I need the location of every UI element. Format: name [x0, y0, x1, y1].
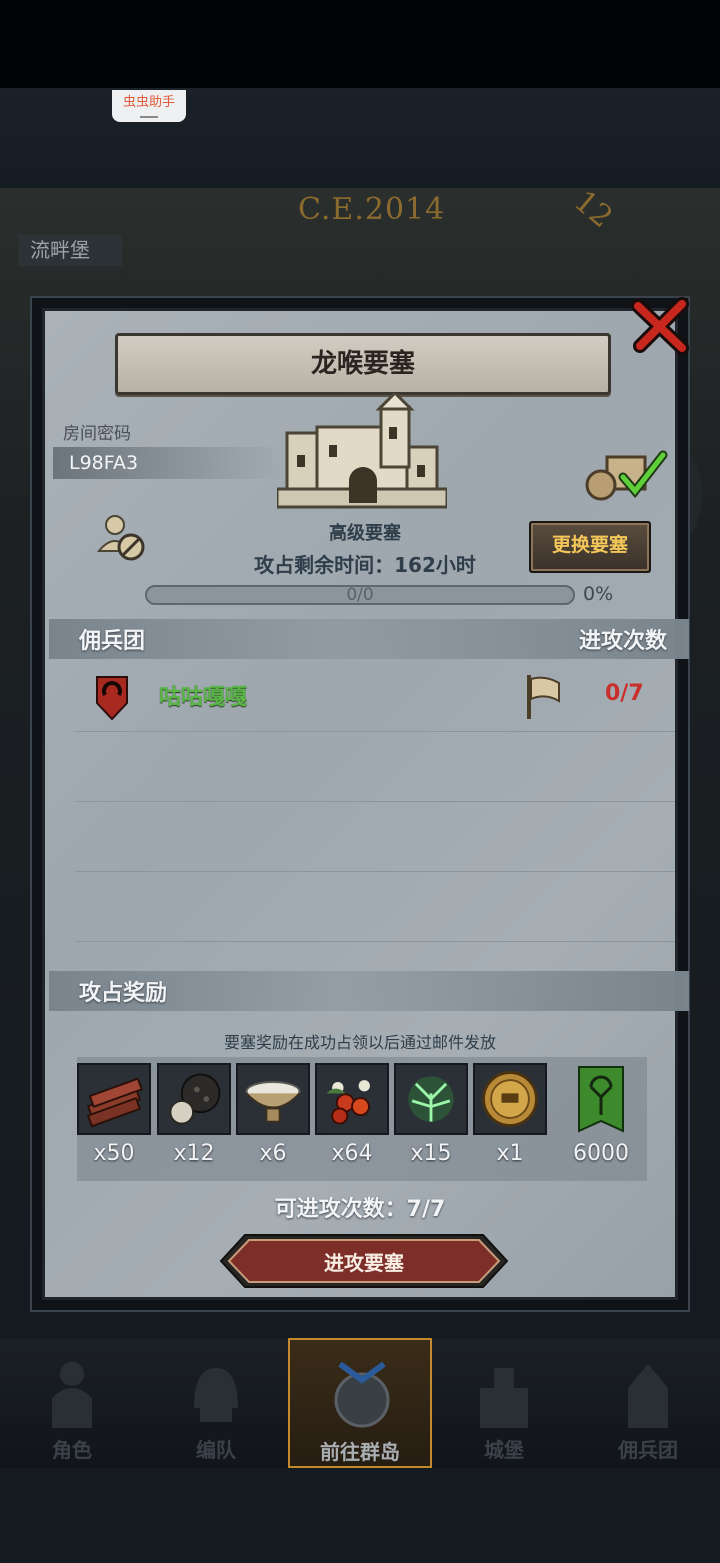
empty-row: [75, 801, 675, 872]
berries-icon: [315, 1063, 389, 1135]
attack-button-label: 进攻要塞: [324, 1251, 404, 1275]
fortress-title: 龙喉要塞: [310, 349, 415, 379]
flag-icon: [527, 675, 560, 719]
reward-list: x50 x12 x6 x64 x15 x1 6000: [77, 1057, 647, 1181]
bottom-background: [0, 1468, 720, 1563]
nav-item-character[interactable]: 角色: [0, 1338, 144, 1468]
fortress-panel: 龙喉要塞 房间密码 L98FA3 高级要塞 攻占剩余时间：162小时 更换要塞 …: [30, 296, 690, 1312]
progress-percent: 0%: [583, 583, 614, 605]
attack-count-header: 进攻次数: [578, 629, 667, 654]
reward-item[interactable]: x15: [394, 1063, 468, 1166]
top-header-strip: [0, 88, 720, 188]
top-status-area: [0, 0, 720, 88]
fortress-panel-body: 龙喉要塞 房间密码 L98FA3 高级要塞 攻占剩余时间：162小时 更换要塞 …: [42, 308, 689, 1300]
progress-text: 0/0: [346, 585, 374, 605]
helmet-icon: [194, 1368, 238, 1422]
truffle-icon: [157, 1063, 231, 1135]
reward-count: x15: [410, 1141, 452, 1166]
knight-icon: [52, 1362, 92, 1428]
reward-count: x1: [496, 1141, 524, 1166]
nav-label: 编队: [196, 1438, 236, 1462]
reward-count: x64: [331, 1141, 373, 1166]
nav-item-castle[interactable]: 城堡: [432, 1338, 576, 1468]
nav-item-mercenary[interactable]: 佣兵团: [576, 1338, 720, 1468]
supply-box-check-icon[interactable]: [585, 443, 671, 503]
reward-note: 要塞奖励在成功占领以后通过邮件发放: [223, 1033, 496, 1052]
castle-icon: [480, 1368, 528, 1428]
nav-label: 角色: [52, 1438, 92, 1462]
bottom-navigation: 角色 编队 前往群岛 城堡 佣兵团: [0, 1338, 720, 1468]
rewards-header: 攻占奖励: [49, 971, 689, 1011]
reward-item[interactable]: x6: [236, 1063, 310, 1166]
mercenary-header-title: 佣兵团: [79, 629, 146, 654]
attack-fortress-button[interactable]: 进攻要塞: [219, 1233, 509, 1289]
room-password-label: 房间密码: [63, 424, 131, 444]
fortress-type: 高级要塞: [329, 523, 401, 544]
knight-medal-icon: [473, 1063, 547, 1135]
reward-count: x6: [259, 1141, 287, 1166]
fortress-title-banner: 龙喉要塞: [115, 333, 611, 395]
reward-item[interactable]: x64: [315, 1063, 389, 1166]
reward-item[interactable]: x1: [473, 1063, 547, 1166]
world-map-icon: [334, 1361, 390, 1428]
empty-row: [75, 871, 675, 942]
tree-banner-icon: [578, 1066, 624, 1133]
mercenary-row[interactable]: 咕咕嘎嘎 0/7: [75, 661, 675, 732]
guild-name: 咕咕嘎嘎: [159, 685, 248, 710]
background-castle-tag: 流畔堡: [18, 234, 122, 266]
capture-progress-bar: 0/0: [145, 585, 575, 605]
wood-planks-icon: [77, 1063, 151, 1135]
nav-item-formation[interactable]: 编队: [144, 1338, 288, 1468]
mercenary-header: 佣兵团 进攻次数: [49, 619, 689, 659]
green-herb-icon: [394, 1063, 468, 1135]
reward-item[interactable]: 6000: [553, 1063, 649, 1166]
reward-item[interactable]: x50: [77, 1063, 151, 1166]
nav-label: 城堡: [484, 1438, 524, 1462]
fortress-castle-icon: [277, 393, 447, 509]
empty-row: [75, 731, 675, 802]
reward-count: 6000: [573, 1141, 629, 1166]
available-attacks: 可进攻次数：7/7: [274, 1197, 446, 1222]
room-password[interactable]: L98FA3: [53, 447, 283, 479]
nav-label: 佣兵团: [618, 1438, 678, 1462]
mercenary-icon: [628, 1364, 668, 1428]
reward-item[interactable]: x12: [157, 1063, 231, 1166]
reward-count: x50: [93, 1141, 135, 1166]
era-label: C.E.2014: [298, 192, 446, 227]
rewards-header-title: 攻占奖励: [79, 981, 168, 1006]
nav-label: 前往群岛: [320, 1440, 400, 1464]
time-remaining: 攻占剩余时间：162小时: [254, 553, 476, 577]
user-block-icon[interactable]: [95, 511, 151, 567]
milk-bowl-icon: [236, 1063, 310, 1135]
nav-item-islands[interactable]: 前往群岛: [288, 1338, 432, 1468]
helper-tag[interactable]: 虫虫助手: [112, 90, 186, 122]
reward-count: x12: [173, 1141, 215, 1166]
guild-attack-count: 0/7: [605, 681, 644, 706]
change-fortress-button[interactable]: 更换要塞: [529, 521, 651, 573]
close-icon[interactable]: [628, 294, 692, 358]
guild-shield-icon: [96, 676, 128, 721]
